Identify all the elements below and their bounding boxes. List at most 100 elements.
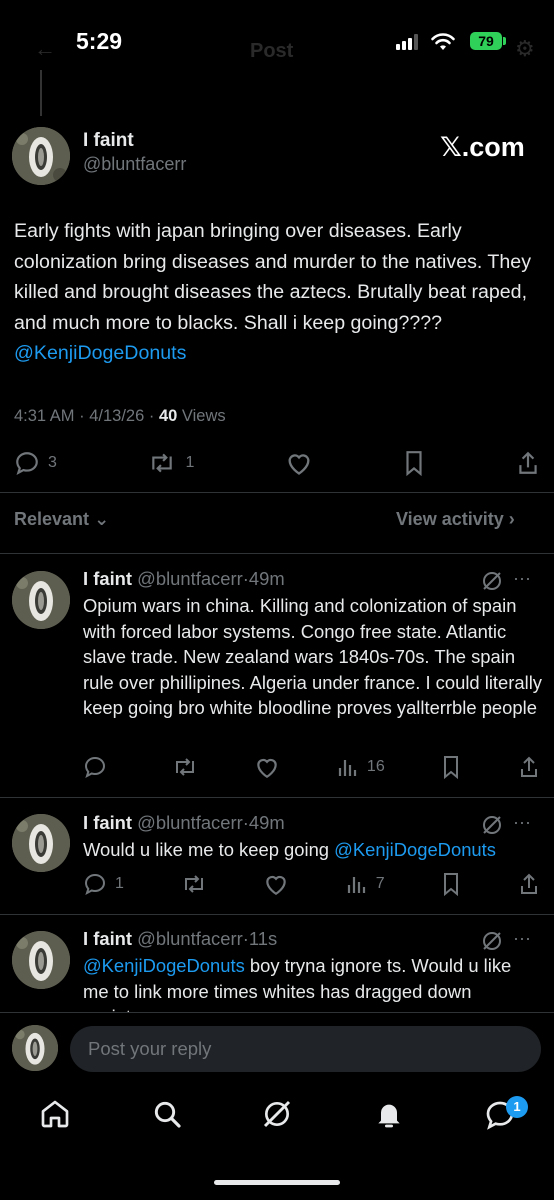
grok-nav-icon[interactable] — [261, 1098, 293, 1135]
thread-line — [40, 70, 42, 116]
reply-count: 1 — [115, 875, 124, 892]
reply-count: 3 — [48, 454, 57, 471]
header-title: Post — [250, 40, 294, 62]
repost-button[interactable]: 1 — [147, 450, 194, 476]
reply-body: Would u like me to keep going — [83, 839, 335, 860]
views-count: 16 — [366, 758, 385, 775]
share-icon — [521, 756, 537, 777]
reply-icon — [16, 452, 38, 475]
share-icon — [520, 873, 537, 894]
heart-icon — [288, 454, 310, 475]
repost-icon — [152, 453, 173, 473]
reply-header: I faint @bluntfacerr·11s — [83, 928, 278, 949]
avatar[interactable] — [12, 814, 70, 872]
view-activity-link[interactable]: View activity › — [396, 509, 515, 530]
reply-mention[interactable]: @KenjiDogeDonuts — [334, 839, 496, 860]
post-time: 4:31 AM — [14, 407, 75, 425]
reply-header: I faint @bluntfacerr·49m — [83, 812, 285, 833]
reply-text: Opium wars in china. Killing and coloniz… — [83, 595, 542, 718]
reply-button[interactable]: 3 — [14, 450, 57, 476]
views-button[interactable]: 16 — [337, 756, 385, 778]
reply-3-container: I faint @bluntfacerr·11s ··· @KenjiDogeD… — [0, 915, 554, 1012]
views-button[interactable]: 7 — [346, 873, 385, 895]
reply-author-handle[interactable]: @bluntfacerr — [137, 812, 243, 833]
reply-text: Would u like me to keep going @KenjiDoge… — [83, 837, 543, 863]
reply-button[interactable] — [83, 755, 115, 779]
reply-author-name[interactable]: I faint — [83, 812, 132, 833]
reply-author-handle[interactable]: @bluntfacerr — [137, 928, 243, 949]
bookmark-icon — [444, 873, 459, 896]
divider — [0, 797, 554, 798]
views-label[interactable]: Views — [182, 407, 226, 425]
bookmark-icon — [406, 451, 423, 476]
reply-icon — [84, 873, 106, 896]
notification-badge: 1 — [506, 1096, 528, 1118]
avatar[interactable] — [12, 127, 70, 185]
heart-icon — [257, 758, 278, 779]
bookmark-icon — [444, 756, 459, 779]
reply-text: @KenjiDogeDonuts boy tryna ignore ts. Wo… — [83, 953, 523, 1012]
chevron-down-icon: ⌄ — [94, 509, 110, 529]
home-icon[interactable] — [39, 1098, 71, 1135]
divider — [0, 492, 554, 493]
repost-icon — [175, 758, 194, 776]
view-activity-label: View activity — [396, 509, 504, 529]
reply-age: 49m — [248, 812, 285, 833]
reply-mention[interactable]: @KenjiDogeDonuts — [83, 955, 245, 976]
share-button[interactable] — [518, 755, 540, 779]
more-options-icon[interactable]: ··· — [513, 568, 531, 589]
main-action-bar: 3 1 — [14, 450, 540, 476]
reply-action-bar: 16 — [83, 755, 540, 779]
reply-author-name[interactable]: I faint — [83, 928, 132, 949]
avatar[interactable] — [12, 931, 70, 989]
share-button[interactable] — [518, 872, 540, 896]
battery-indicator: 79 — [470, 32, 502, 50]
reply-author-handle[interactable]: @bluntfacerr — [137, 568, 243, 589]
chevron-right-icon: › — [508, 509, 515, 529]
home-indicator — [214, 1180, 340, 1185]
repost-button[interactable] — [181, 872, 207, 896]
reply-input[interactable]: Post your reply — [70, 1026, 541, 1072]
heart-icon — [266, 875, 286, 896]
more-options-icon[interactable]: ··· — [513, 812, 531, 833]
bookmark-button[interactable] — [441, 872, 461, 896]
reply-button[interactable]: 1 — [83, 872, 124, 896]
x-watermark: 𝕏.com — [440, 132, 525, 162]
repost-button[interactable] — [172, 755, 198, 779]
share-button[interactable] — [516, 450, 540, 476]
like-button[interactable] — [285, 450, 313, 476]
signal-icon — [396, 34, 418, 50]
reply-icon — [84, 756, 106, 779]
avatar[interactable] — [12, 571, 70, 629]
status-time: 5:29 — [76, 28, 123, 54]
back-arrow-icon[interactable]: ← — [34, 36, 56, 62]
post-mention[interactable]: @KenjiDogeDonuts — [14, 342, 186, 364]
like-button[interactable] — [254, 755, 280, 779]
author-name[interactable]: I faint — [83, 130, 134, 152]
analytics-icon — [338, 760, 357, 776]
sort-relevant[interactable]: Relevant ⌄ — [14, 509, 109, 530]
composer-avatar[interactable] — [12, 1025, 58, 1071]
bookmark-button[interactable] — [441, 755, 461, 779]
settings-icon[interactable]: ⚙ — [515, 36, 535, 62]
reply-age: 11s — [248, 928, 278, 949]
sort-relevant-label: Relevant — [14, 509, 90, 529]
notifications-icon[interactable] — [373, 1098, 405, 1135]
views-count: 7 — [375, 875, 385, 892]
reply-author-name[interactable]: I faint — [83, 568, 132, 589]
search-icon[interactable] — [151, 1098, 183, 1135]
repost-icon — [184, 875, 203, 893]
repost-count: 1 — [185, 454, 195, 471]
post-meta: 4:31 AM · 4/13/26 · 40 Views — [14, 407, 226, 425]
more-options-icon[interactable]: ··· — [513, 928, 531, 949]
author-handle[interactable]: @bluntfacerr — [83, 154, 186, 175]
like-button[interactable] — [263, 872, 289, 896]
bookmark-button[interactable] — [403, 450, 425, 476]
battery-cap — [503, 37, 506, 45]
share-icon — [519, 451, 537, 474]
post-text: Early fights with japan bringing over di… — [14, 216, 544, 369]
divider — [0, 553, 554, 554]
reply-action-bar: 1 7 — [83, 872, 540, 896]
reply-age: 49m — [248, 568, 285, 589]
reply-header: I faint @bluntfacerr·49m — [83, 568, 285, 589]
